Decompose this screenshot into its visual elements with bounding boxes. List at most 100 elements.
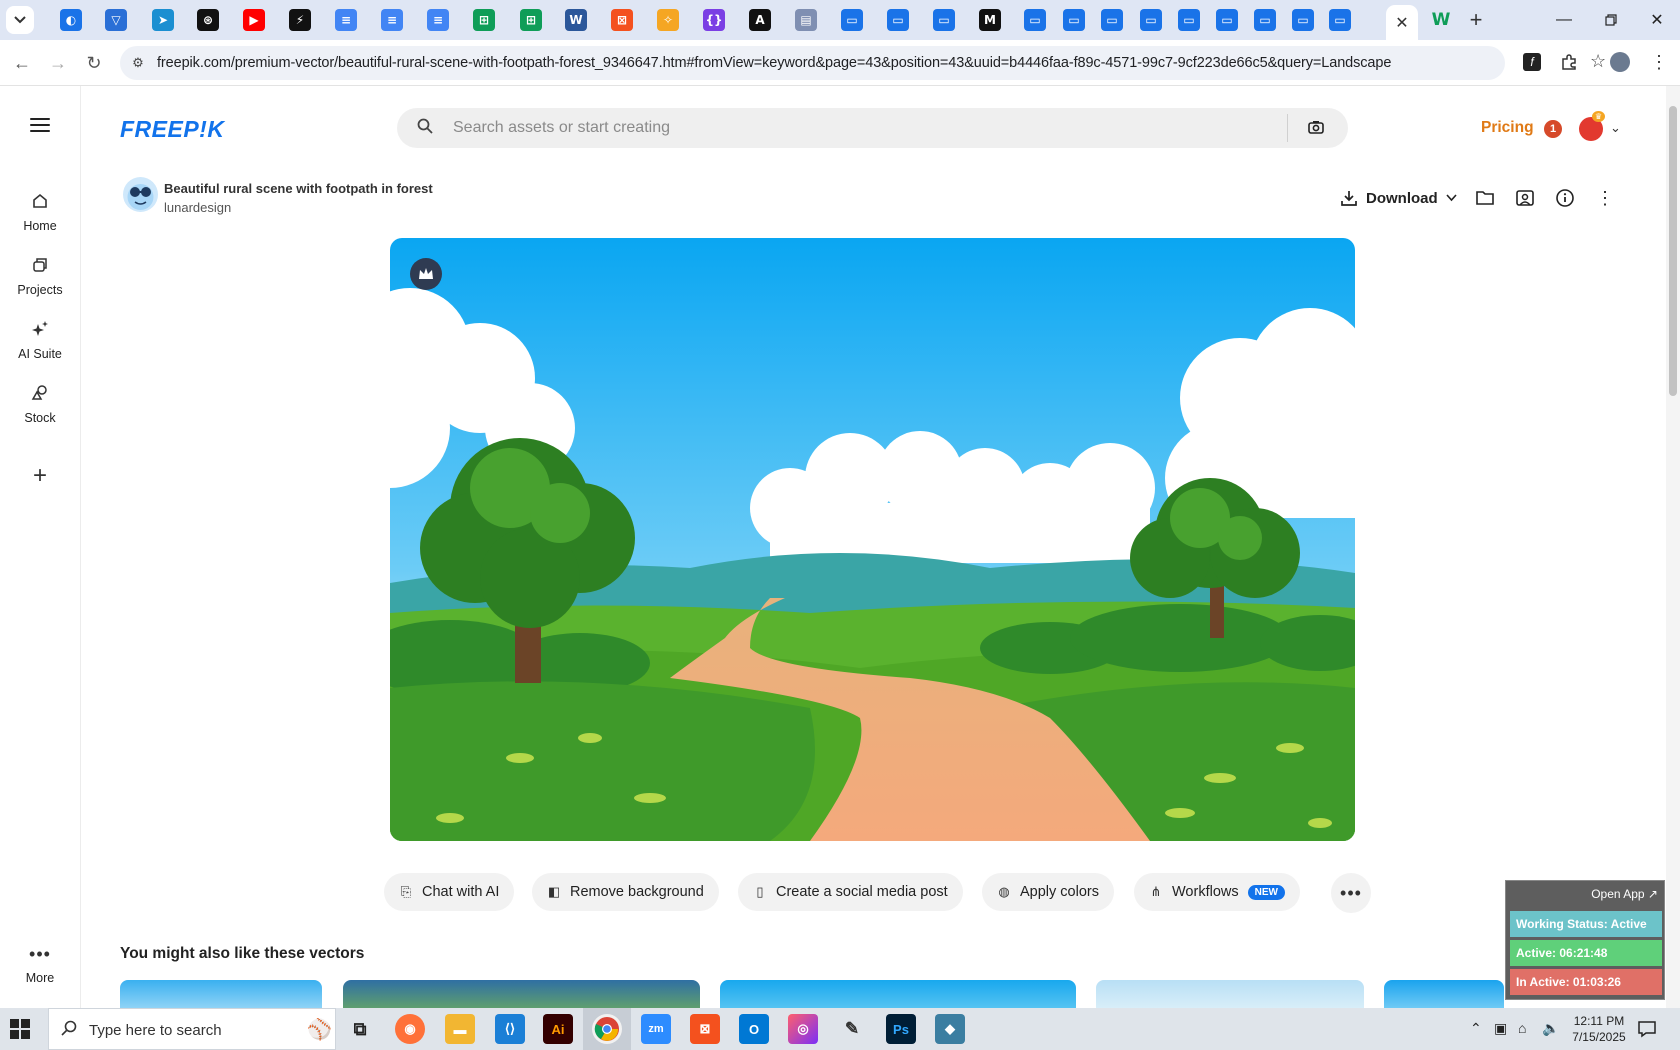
add-button[interactable]: + [20,456,60,496]
forms-icon[interactable]: ▭ [1101,9,1123,31]
author-avatar[interactable] [123,177,158,212]
open-app-link[interactable]: Open App ↗ [1591,887,1658,901]
info-button[interactable] [1553,186,1577,210]
zoom-icon[interactable]: zm [641,1014,671,1044]
back-button[interactable]: ← [8,49,36,77]
volume-icon[interactable]: 🔈 [1542,1020,1559,1037]
outlook-icon[interactable]: O [739,1014,769,1044]
taskbar-search[interactable]: Type here to search ⚾ [48,1008,336,1050]
forms-icon[interactable]: ▭ [841,9,863,31]
apply-colors-button[interactable]: ◍ Apply colors [982,873,1114,911]
camera-search-icon[interactable] [1307,118,1327,138]
sheets-icon[interactable]: ⊞ [473,9,495,31]
network-icon[interactable]: ⌂ [1518,1020,1526,1036]
site-info-icon[interactable]: ⚙ [128,53,148,73]
forward-button[interactable]: → [44,49,72,77]
docs-icon[interactable]: ≡ [335,9,357,31]
extensions-button[interactable] [1555,48,1583,76]
bookmark-star-icon[interactable]: ☆ [1590,51,1606,72]
image-icon[interactable]: ▤ [795,9,817,31]
task-view-icon[interactable]: ⧉ [345,1014,375,1044]
sidebar-item-home[interactable]: Home [0,192,80,233]
start-button[interactable] [10,1019,30,1039]
firefox-icon[interactable]: ◉ [395,1014,425,1044]
social-post-button[interactable]: ▯ Create a social media post [738,873,963,911]
close-tab-icon[interactable]: ✕ [1395,13,1408,33]
related-thumbnail[interactable] [720,980,1076,1008]
file-explorer-icon[interactable]: ▬ [445,1014,475,1044]
asset-author[interactable]: lunardesign [164,200,231,215]
forms-icon[interactable]: ▭ [1178,9,1200,31]
forms-icon[interactable]: ▭ [933,9,955,31]
tray-chevron-up-icon[interactable]: ⌃ [1470,1020,1482,1037]
edit-button[interactable] [1513,186,1537,210]
forms-icon[interactable]: ▭ [1254,9,1276,31]
workflows-button[interactable]: ⋔ Workflows NEW [1134,873,1300,911]
docs-icon[interactable]: ≡ [381,9,403,31]
search-input[interactable] [453,116,1253,140]
youtube-icon[interactable]: ▶ [243,9,265,31]
tab-search-button[interactable] [6,6,34,34]
close-window-button[interactable]: ✕ [1642,8,1672,32]
bolt-icon[interactable]: ⚡ [289,9,311,31]
tab-search-icon[interactable]: ◐ [60,9,82,31]
illustrator-icon[interactable]: Ai [543,1014,573,1044]
docs-icon[interactable]: ≡ [427,9,449,31]
more-actions-button[interactable]: ••• [1331,873,1371,913]
download-button[interactable]: Download [1340,186,1457,210]
network-monitor-icon[interactable]: ▣ [1494,1020,1507,1037]
sheets-icon[interactable]: ⊞ [520,9,542,31]
related-thumbnail[interactable] [343,980,700,1008]
search-bar[interactable] [397,108,1348,148]
minimize-button[interactable]: — [1549,8,1579,32]
more-options-button[interactable]: ⋮ [1593,186,1617,210]
xampp-icon[interactable]: ⊠ [690,1014,720,1044]
sidebar-item-more[interactable]: ••• More [0,944,80,985]
vpn-icon[interactable]: ▽ [105,9,127,31]
browser-menu-button[interactable]: ⋮ [1645,48,1673,76]
forms-icon[interactable]: ▭ [1140,9,1162,31]
forms-icon[interactable]: ▭ [1216,9,1238,31]
vscode-icon[interactable]: ⟨⟩ [495,1014,525,1044]
forms-icon[interactable]: ▭ [887,9,909,31]
notification-center-icon[interactable] [1637,1019,1657,1039]
a-icon[interactable]: A [749,9,771,31]
chat-with-ai-button[interactable]: ⎘ Chat with AI [384,873,515,911]
remove-background-button[interactable]: ◧ Remove background [532,873,719,911]
save-to-folder-button[interactable] [1473,186,1497,210]
creative-cloud-icon[interactable]: ◎ [788,1014,818,1044]
notification-badge[interactable]: 1 [1544,120,1562,138]
forms-icon[interactable]: ▭ [1292,9,1314,31]
related-thumbnail[interactable] [1384,980,1504,1008]
new-tab-button[interactable]: + [1465,7,1487,32]
code-icon[interactable]: {} [703,9,725,31]
photoshop-icon[interactable]: Ps [886,1014,916,1044]
scrollbar-thumb[interactable] [1669,106,1677,396]
menu-hamburger-icon[interactable] [30,118,50,132]
pricing-link[interactable]: Pricing [1481,119,1534,137]
sidebar-item-stock[interactable]: Stock [0,384,80,425]
url-text[interactable]: freepik.com/premium-vector/beautiful-rur… [157,55,1391,71]
openai-icon[interactable]: ⊛ [197,9,219,31]
page-scrollbar[interactable] [1666,86,1680,1008]
forms-icon[interactable]: ▭ [1063,9,1085,31]
forms-icon[interactable]: ▭ [1024,9,1046,31]
word-icon[interactable]: W [565,9,587,31]
app-diamond-icon[interactable]: ◆ [935,1014,965,1044]
vector-icon[interactable]: ✧ [657,9,679,31]
restore-button[interactable] [1596,8,1626,32]
sidebar-item-projects[interactable]: Projects [0,256,80,297]
chevron-down-icon[interactable]: ⌄ [1610,120,1621,136]
sidebar-item-ai-suite[interactable]: AI Suite [0,320,80,361]
address-bar[interactable]: ⚙ freepik.com/premium-vector/beautiful-r… [120,46,1606,80]
forms-icon[interactable]: ▭ [1329,9,1351,31]
grid-icon[interactable]: ⊠ [611,9,633,31]
related-thumbnail[interactable] [1096,980,1364,1008]
user-avatar[interactable]: ♛ [1579,111,1605,141]
m-icon[interactable]: M [979,9,1001,31]
related-thumbnail[interactable] [120,980,322,1008]
taskbar-clock[interactable]: 12:11 PM 7/15/2025 [1564,1013,1634,1045]
extension-f-button[interactable]: f [1518,48,1546,76]
profile-button[interactable] [1606,48,1634,76]
reload-button[interactable]: ↻ [80,49,108,77]
